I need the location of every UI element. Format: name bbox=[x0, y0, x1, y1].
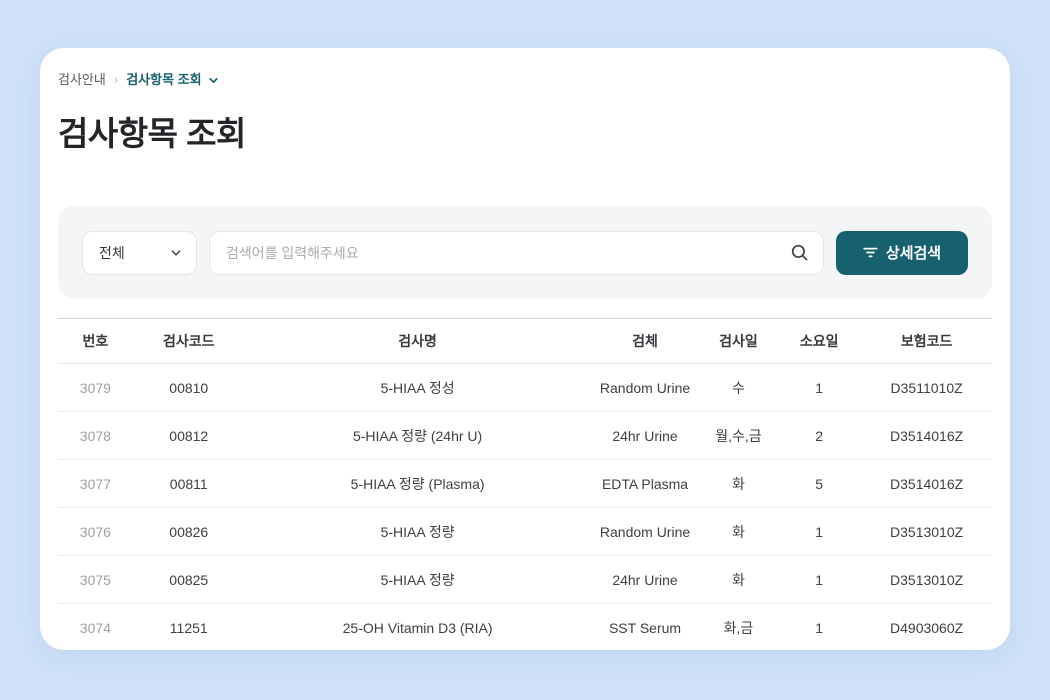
table-row[interactable]: 3075 00825 5-HIAA 정량 24hr Urine 화 1 D3513010Z bbox=[58, 556, 992, 604]
cell-test-name: 25-OH Vitamin D3 (RIA) bbox=[342, 619, 493, 636]
cell-insurance-code: D3511010Z bbox=[890, 379, 963, 396]
table-row[interactable]: 3079 00810 5-HIAA 정성 Random Urine 수 1 D3511010… bbox=[58, 364, 992, 412]
cell-insurance-code: D3514016Z bbox=[890, 427, 964, 444]
cell-test-code: 00811 bbox=[169, 475, 208, 492]
header-test-code: 검사코드 bbox=[162, 333, 215, 349]
cell-test-day: 화 bbox=[731, 475, 745, 492]
breadcrumb: 검사안내 › 검사항목 조회 bbox=[58, 72, 992, 88]
search-icon[interactable] bbox=[790, 243, 809, 262]
breadcrumb-separator: › bbox=[113, 72, 119, 87]
header-insurance-code: 보험코드 bbox=[900, 333, 953, 349]
cell-test-code: 11251 bbox=[169, 619, 208, 636]
cell-test-name: 5-HIAA 정량 bbox=[380, 571, 455, 588]
cell-test-name: 5-HIAA 정량 (Plasma) bbox=[350, 475, 485, 492]
cell-test-day: 월,수,금 bbox=[715, 427, 762, 444]
cell-specimen: 24hr Urine bbox=[612, 571, 678, 588]
filter-icon bbox=[863, 246, 878, 259]
search-input-wrapper bbox=[209, 230, 824, 275]
content-card: 검사안내 › 검사항목 조회 검사항목 조회 전체 상세검색 bbox=[40, 48, 1010, 650]
cell-number: 3074 bbox=[79, 619, 111, 636]
cell-turnaround: 1 bbox=[815, 379, 824, 396]
cell-test-code: 00825 bbox=[169, 571, 209, 588]
cell-number: 3079 bbox=[79, 379, 111, 396]
cell-number: 3077 bbox=[79, 475, 111, 492]
cell-turnaround: 1 bbox=[815, 571, 824, 588]
cell-test-code: 00810 bbox=[169, 379, 209, 396]
table-row[interactable]: 3074 11251 25-OH Vitamin D3 (RIA) SST Serum… bbox=[58, 604, 992, 651]
page-title: 검사항목 조회 bbox=[58, 115, 246, 152]
cell-test-name: 5-HIAA 정성 bbox=[380, 379, 455, 396]
header-test-day: 검사일 bbox=[719, 333, 758, 349]
breadcrumb-item-current[interactable]: 검사항목 조회 bbox=[126, 72, 201, 88]
cell-number: 3075 bbox=[79, 571, 111, 588]
cell-number: 3078 bbox=[79, 427, 111, 444]
chevron-down-icon[interactable] bbox=[208, 75, 219, 86]
table-header-row: 번호 검사코드 검사명 검체 검사일 소요일 보험코드 bbox=[58, 318, 992, 364]
cell-specimen: SST Serum bbox=[608, 619, 682, 636]
header-number: 번호 bbox=[82, 333, 109, 349]
chevron-down-icon bbox=[170, 247, 182, 259]
cell-insurance-code: D3513010Z bbox=[890, 523, 964, 540]
table-row[interactable]: 3076 00826 5-HIAA 정량 Random Urine 화 1 D3513010… bbox=[58, 508, 992, 556]
table-row[interactable]: 3077 00811 5-HIAA 정량 (Plasma) EDTA Plasma 화 5… bbox=[58, 460, 992, 508]
cell-specimen: Random Urine bbox=[599, 379, 691, 396]
cell-specimen: 24hr Urine bbox=[612, 427, 678, 444]
cell-test-name: 5-HIAA 정량 (24hr U) bbox=[352, 427, 483, 444]
cell-test-name: 5-HIAA 정량 bbox=[380, 523, 455, 540]
cell-test-code: 00812 bbox=[169, 427, 209, 444]
cell-insurance-code: D3514016Z bbox=[890, 475, 964, 492]
cell-test-day: 화 bbox=[731, 523, 745, 540]
cell-insurance-code: D4903060Z bbox=[890, 619, 964, 636]
detail-search-button[interactable]: 상세검색 bbox=[836, 230, 968, 275]
results-table: 번호 검사코드 검사명 검체 검사일 소요일 보험코드 3079 00810 5-H… bbox=[58, 318, 992, 650]
cell-test-day: 화,금 bbox=[723, 619, 754, 636]
breadcrumb-item-parent[interactable]: 검사안내 bbox=[58, 72, 106, 88]
cell-specimen: Random Urine bbox=[599, 523, 691, 540]
cell-turnaround: 2 bbox=[815, 427, 824, 444]
header-specimen: 검체 bbox=[632, 333, 658, 349]
search-panel: 전체 상세검색 bbox=[58, 206, 992, 299]
cell-specimen: EDTA Plasma bbox=[601, 475, 689, 492]
cell-test-day: 화 bbox=[731, 571, 745, 588]
cell-insurance-code: D3513010Z bbox=[890, 571, 964, 588]
category-dropdown-value: 전체 bbox=[99, 244, 125, 261]
cell-turnaround: 5 bbox=[815, 475, 824, 492]
cell-number: 3076 bbox=[79, 523, 111, 540]
category-dropdown[interactable]: 전체 bbox=[82, 230, 197, 275]
header-turnaround: 소요일 bbox=[799, 333, 839, 349]
search-input[interactable] bbox=[226, 244, 790, 261]
cell-turnaround: 1 bbox=[815, 523, 824, 540]
table-body: 3079 00810 5-HIAA 정성 Random Urine 수 1 D3511010… bbox=[58, 364, 992, 651]
header-test-name: 검사명 bbox=[398, 333, 437, 349]
detail-search-label: 상세검색 bbox=[885, 245, 942, 262]
cell-test-day: 수 bbox=[731, 379, 745, 396]
cell-turnaround: 1 bbox=[815, 619, 824, 636]
table-row[interactable]: 3078 00812 5-HIAA 정량 (24hr U) 24hr Urine 월,수… bbox=[58, 412, 992, 460]
cell-test-code: 00826 bbox=[169, 523, 209, 540]
